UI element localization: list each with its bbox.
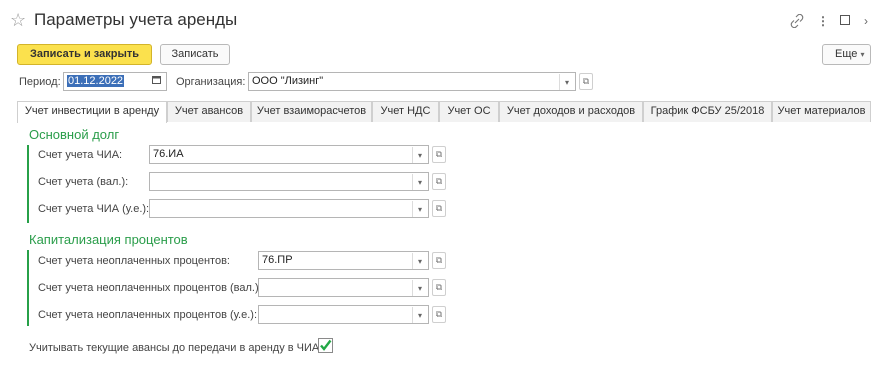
- open-unpaid-interest-icon[interactable]: ⧉: [432, 252, 446, 269]
- more-button[interactable]: Еще ▾: [822, 44, 871, 65]
- interest-capitalization-title: Капитализация процентов: [29, 232, 188, 247]
- period-label: Период:: [19, 76, 61, 88]
- tab-fsbu-schedule[interactable]: График ФСБУ 25/2018: [643, 101, 772, 122]
- tab-advances[interactable]: Учет авансов: [167, 101, 251, 122]
- save-button[interactable]: Записать: [160, 44, 230, 65]
- unpaid-interest-currency-input[interactable]: ▾: [258, 278, 429, 297]
- chia-account-input[interactable]: 76.ИА ▾: [149, 145, 429, 164]
- tab-fixed-assets[interactable]: Учет ОС: [439, 101, 499, 122]
- chia-account-value: 76.ИА: [153, 148, 184, 160]
- more-vertical-icon[interactable]: ⋮: [817, 14, 829, 28]
- unpaid-interest-ue-label: Счет учета неоплаченных процентов (у.е.)…: [38, 309, 257, 321]
- tab-lease-investment[interactable]: Учет инвестиции в аренду: [17, 101, 167, 123]
- unpaid-interest-label: Счет учета неоплаченных процентов:: [38, 255, 230, 267]
- tab-materials[interactable]: Учет материалов: [772, 101, 871, 122]
- organization-label: Организация:: [176, 76, 246, 88]
- dropdown-arrow-icon[interactable]: ▾: [412, 201, 427, 217]
- main-debt-group-bar: [27, 145, 29, 223]
- unpaid-interest-ue-input[interactable]: ▾: [258, 305, 429, 324]
- chia-ue-account-input[interactable]: ▾: [149, 199, 429, 218]
- favorite-star-icon[interactable]: ☆: [10, 10, 26, 30]
- dropdown-arrow-icon[interactable]: ▾: [412, 253, 427, 269]
- unpaid-interest-value: 76.ПР: [262, 254, 293, 266]
- dropdown-arrow-icon[interactable]: ▾: [559, 74, 574, 90]
- save-and-close-button[interactable]: Записать и закрыть: [17, 44, 152, 65]
- currency-account-input[interactable]: ▾: [149, 172, 429, 191]
- advances-option-checkbox[interactable]: [318, 338, 333, 353]
- period-value: 01.12.2022: [67, 75, 125, 87]
- unpaid-interest-input[interactable]: 76.ПР ▾: [258, 251, 429, 270]
- currency-account-label: Счет учета (вал.):: [38, 176, 129, 188]
- open-currency-account-icon[interactable]: ⧉: [432, 173, 446, 190]
- close-icon[interactable]: ›: [864, 14, 868, 28]
- open-chia-ue-account-icon[interactable]: ⧉: [432, 200, 446, 217]
- main-debt-title: Основной долг: [29, 127, 120, 142]
- chevron-down-icon: ▾: [860, 50, 865, 59]
- link-icon[interactable]: [790, 13, 804, 31]
- organization-value: ООО "Лизинг": [252, 75, 324, 87]
- chia-account-label: Счет учета ЧИА:: [38, 149, 123, 161]
- tab-settlements[interactable]: Учет взаиморасчетов: [251, 101, 372, 122]
- open-unpaid-interest-ue-icon[interactable]: ⧉: [432, 306, 446, 323]
- interest-group-bar: [27, 250, 29, 326]
- open-unpaid-interest-currency-icon[interactable]: ⧉: [432, 279, 446, 296]
- tab-income-expenses[interactable]: Учет доходов и расходов: [499, 101, 643, 122]
- page-title: Параметры учета аренды: [34, 10, 238, 29]
- dropdown-arrow-icon[interactable]: ▾: [412, 174, 427, 190]
- unpaid-interest-currency-label: Счет учета неоплаченных процентов (вал.)…: [38, 282, 262, 294]
- checkmark-icon: [320, 339, 332, 351]
- organization-select[interactable]: ООО "Лизинг" ▾: [248, 72, 576, 91]
- more-button-label: Еще: [835, 48, 858, 60]
- dropdown-arrow-icon[interactable]: ▾: [412, 280, 427, 296]
- chia-ue-account-label: Счет учета ЧИА (у.е.):: [38, 203, 150, 215]
- maximize-icon[interactable]: [840, 14, 850, 28]
- calendar-icon[interactable]: [152, 74, 161, 88]
- advances-option-label: Учитывать текущие авансы до передачи в а…: [29, 342, 323, 354]
- dropdown-arrow-icon[interactable]: ▾: [412, 307, 427, 323]
- open-organization-icon[interactable]: ⧉: [579, 73, 593, 90]
- tab-vat[interactable]: Учет НДС: [372, 101, 439, 122]
- open-chia-account-icon[interactable]: ⧉: [432, 146, 446, 163]
- dropdown-arrow-icon[interactable]: ▾: [412, 147, 427, 163]
- period-input[interactable]: 01.12.2022: [63, 72, 167, 91]
